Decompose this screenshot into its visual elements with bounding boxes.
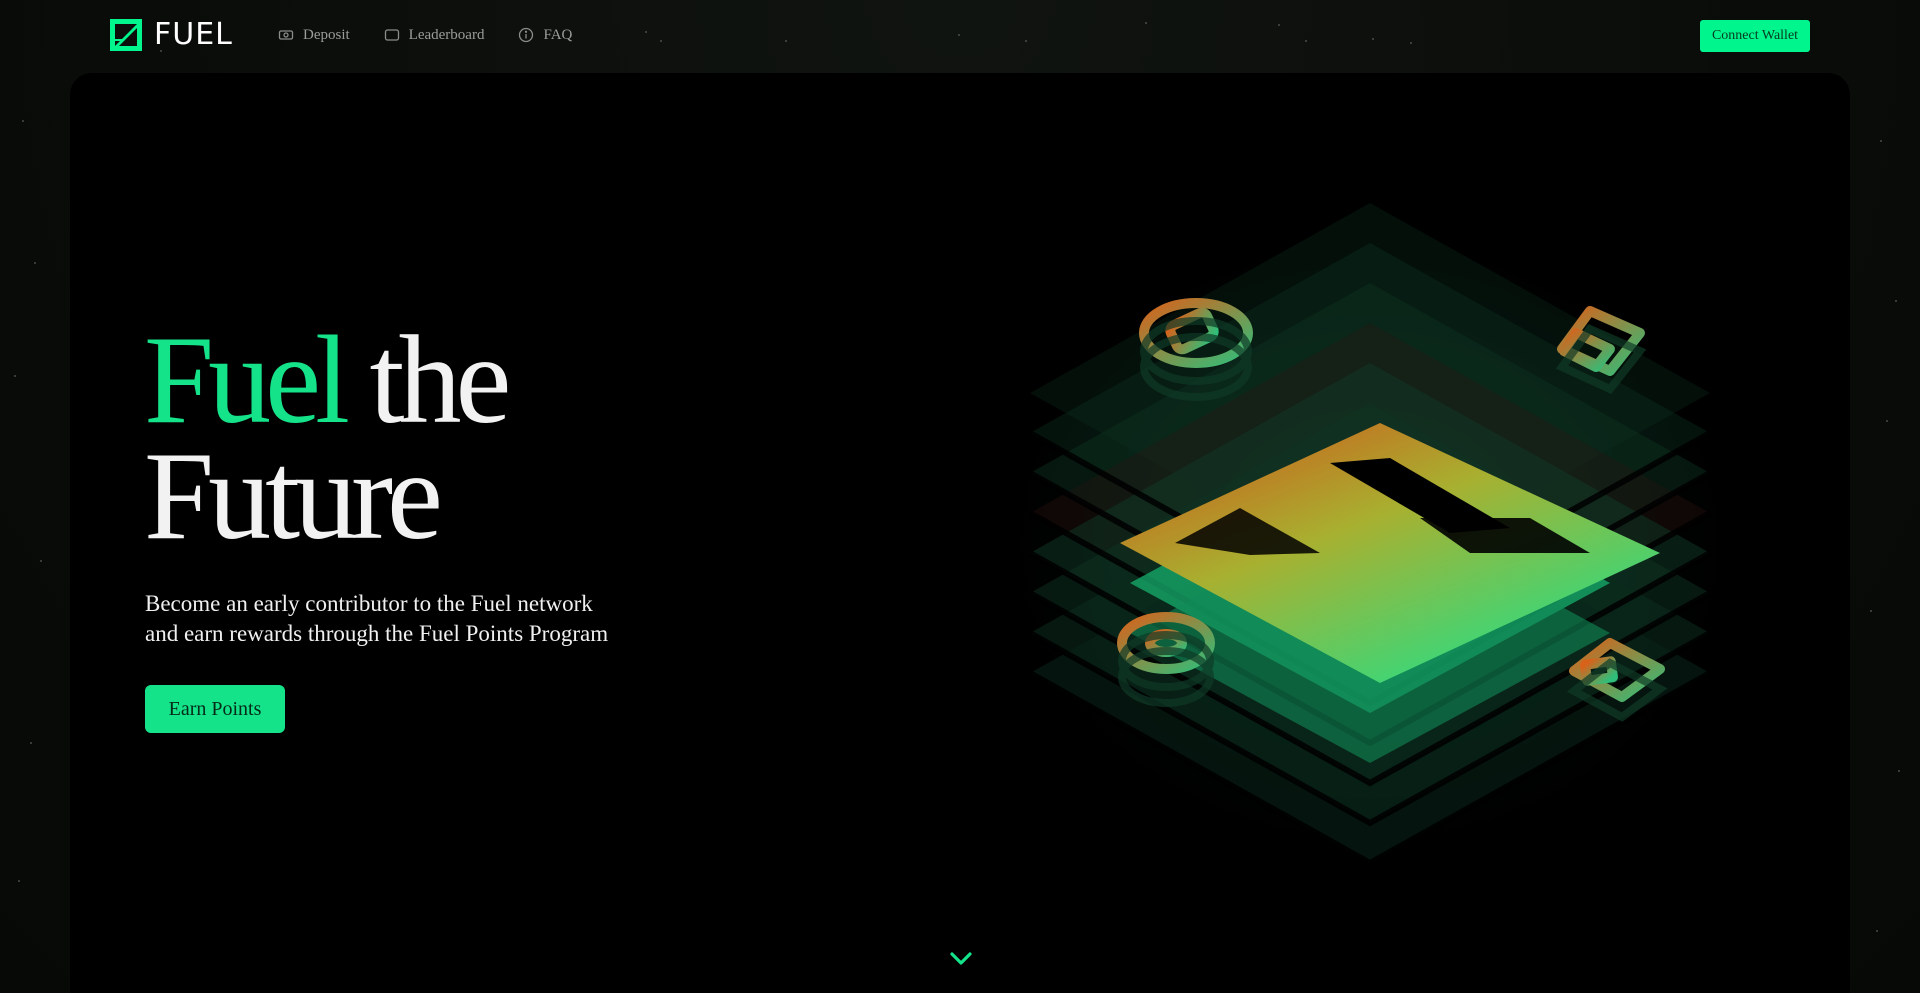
connect-wallet-button[interactable]: Connect Wallet xyxy=(1700,20,1810,52)
chevron-down-icon[interactable] xyxy=(943,943,979,973)
hero-subtitle: Become an early contributor to the Fuel … xyxy=(145,589,665,649)
star xyxy=(1876,930,1878,932)
star xyxy=(22,120,24,122)
star xyxy=(1870,610,1872,612)
info-icon xyxy=(519,27,534,43)
headline-line-2: Future xyxy=(144,427,443,566)
star xyxy=(1898,770,1900,772)
earn-points-button[interactable]: Earn Points xyxy=(145,685,285,733)
brand-name: FUEL xyxy=(154,17,233,52)
nav-item-label: FAQ xyxy=(543,26,573,43)
hero-section: Fuel the Future Become an early contribu… xyxy=(70,73,1850,993)
star xyxy=(34,262,36,264)
cash-icon xyxy=(278,30,294,40)
top-navigation-bar: FUEL Deposit Leaderboard FAQ Connect Wal… xyxy=(0,0,1920,72)
star xyxy=(30,742,32,744)
main-nav: Deposit Leaderboard FAQ xyxy=(278,24,572,46)
nav-item-faq[interactable]: FAQ xyxy=(518,24,572,46)
star xyxy=(18,880,20,882)
hero-headline: Fuel the Future xyxy=(144,318,511,560)
nav-item-label: Deposit xyxy=(303,26,350,43)
nav-item-label: Leaderboard xyxy=(408,26,485,43)
star xyxy=(1880,140,1882,142)
star xyxy=(40,560,42,562)
isometric-wallet-illustration xyxy=(980,203,1760,873)
star xyxy=(14,375,16,377)
star xyxy=(1886,420,1888,422)
star xyxy=(1895,300,1897,302)
fuel-logo-icon xyxy=(110,19,142,51)
board-icon xyxy=(384,29,399,41)
subtitle-line-2: and earn rewards through the Fuel Points… xyxy=(145,621,609,646)
nav-item-deposit[interactable]: Deposit xyxy=(278,24,350,46)
fuel-logo[interactable]: FUEL xyxy=(110,19,233,51)
nav-item-leaderboard[interactable]: Leaderboard xyxy=(384,24,485,46)
subtitle-line-1: Become an early contributor to the Fuel … xyxy=(145,591,593,616)
